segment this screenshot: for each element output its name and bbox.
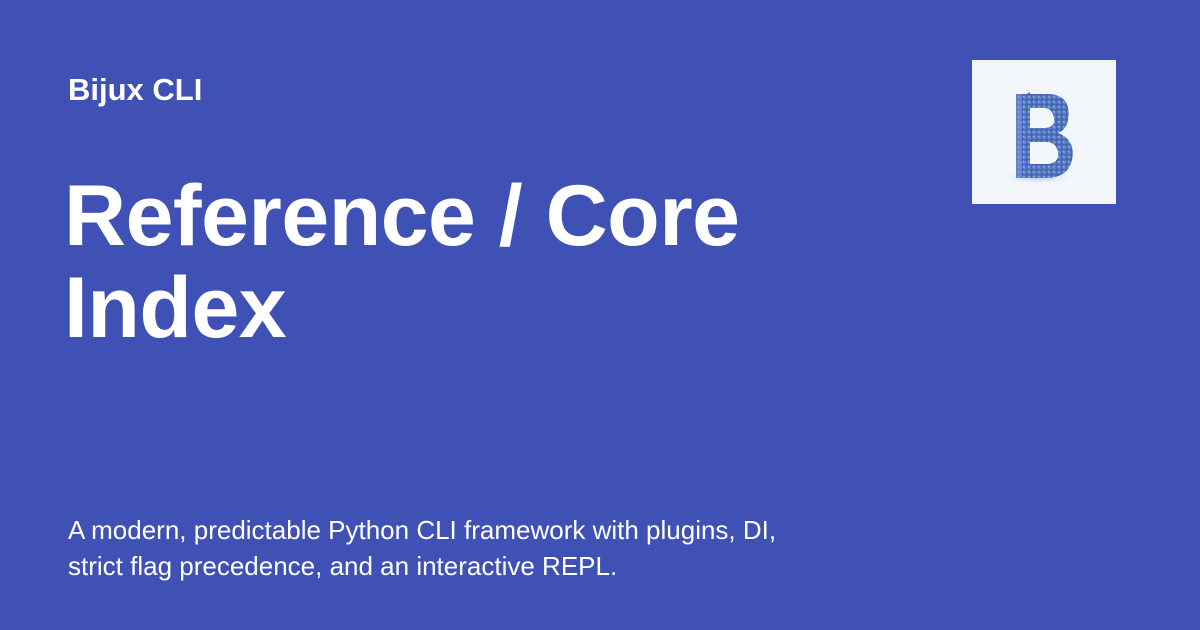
description-line-1: A modern, predictable Python CLI framewo… bbox=[68, 515, 777, 545]
pixel-b-logo-icon bbox=[996, 92, 1080, 185]
description-line-2: strict flag precedence, and an interacti… bbox=[68, 551, 618, 581]
page-title: Reference / Core Index bbox=[64, 170, 924, 354]
page-title-line-2: Index bbox=[64, 260, 287, 356]
page-title-line-1: Reference / Core bbox=[64, 168, 740, 264]
logo bbox=[972, 60, 1116, 204]
page-description: A modern, predictable Python CLI framewo… bbox=[68, 512, 888, 584]
site-name: Bijux CLI bbox=[68, 72, 203, 107]
